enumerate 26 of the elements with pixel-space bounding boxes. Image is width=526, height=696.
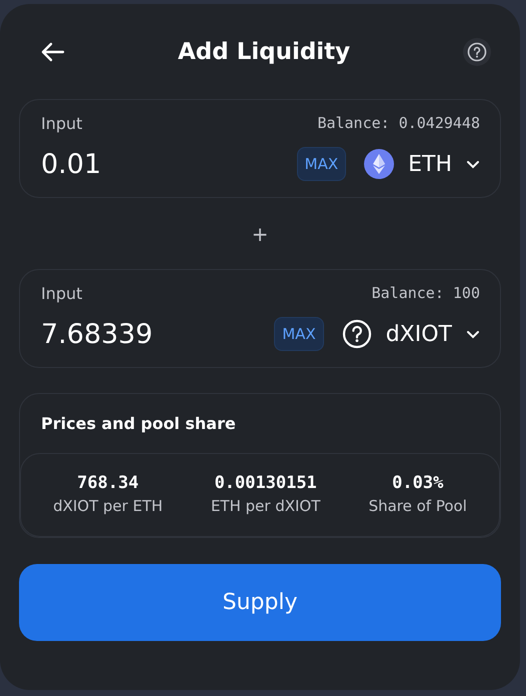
input-label: Input xyxy=(41,114,82,133)
token-selector[interactable]: dXIOT xyxy=(342,319,480,349)
stat-label: dXIOT per ETH xyxy=(53,497,163,515)
plus-sign: + xyxy=(252,222,268,246)
stat-label: ETH per dXIOT xyxy=(210,497,320,515)
input-label: Input xyxy=(41,284,82,303)
amount-field[interactable]: 7.68339 xyxy=(41,318,274,350)
help-icon xyxy=(467,42,487,62)
chevron-icon xyxy=(466,160,480,168)
balance-text: Balance: 0.0429448 xyxy=(317,114,480,133)
stat-label: Share of Pool xyxy=(368,497,467,515)
max-button[interactable]: MAX xyxy=(296,147,346,181)
max-button[interactable]: MAX xyxy=(274,317,324,351)
stat-value: 0.03% xyxy=(392,473,444,493)
chevron-icon xyxy=(466,330,480,338)
page-title: Add Liquidity xyxy=(178,38,350,64)
back-arrow-icon[interactable] xyxy=(41,42,65,62)
supply-button[interactable]: Supply xyxy=(19,564,501,641)
amount-field[interactable]: 0.01 xyxy=(41,148,297,180)
stat-value: 0.00130151 xyxy=(214,473,317,493)
stat-value: 768.34 xyxy=(77,473,139,493)
help-button[interactable] xyxy=(463,38,491,66)
question-icon xyxy=(342,319,372,349)
balance-text: Balance: 100 xyxy=(372,284,480,303)
prices-title: Prices and pool share xyxy=(40,413,237,435)
token-selector[interactable]: ETH xyxy=(364,149,480,179)
